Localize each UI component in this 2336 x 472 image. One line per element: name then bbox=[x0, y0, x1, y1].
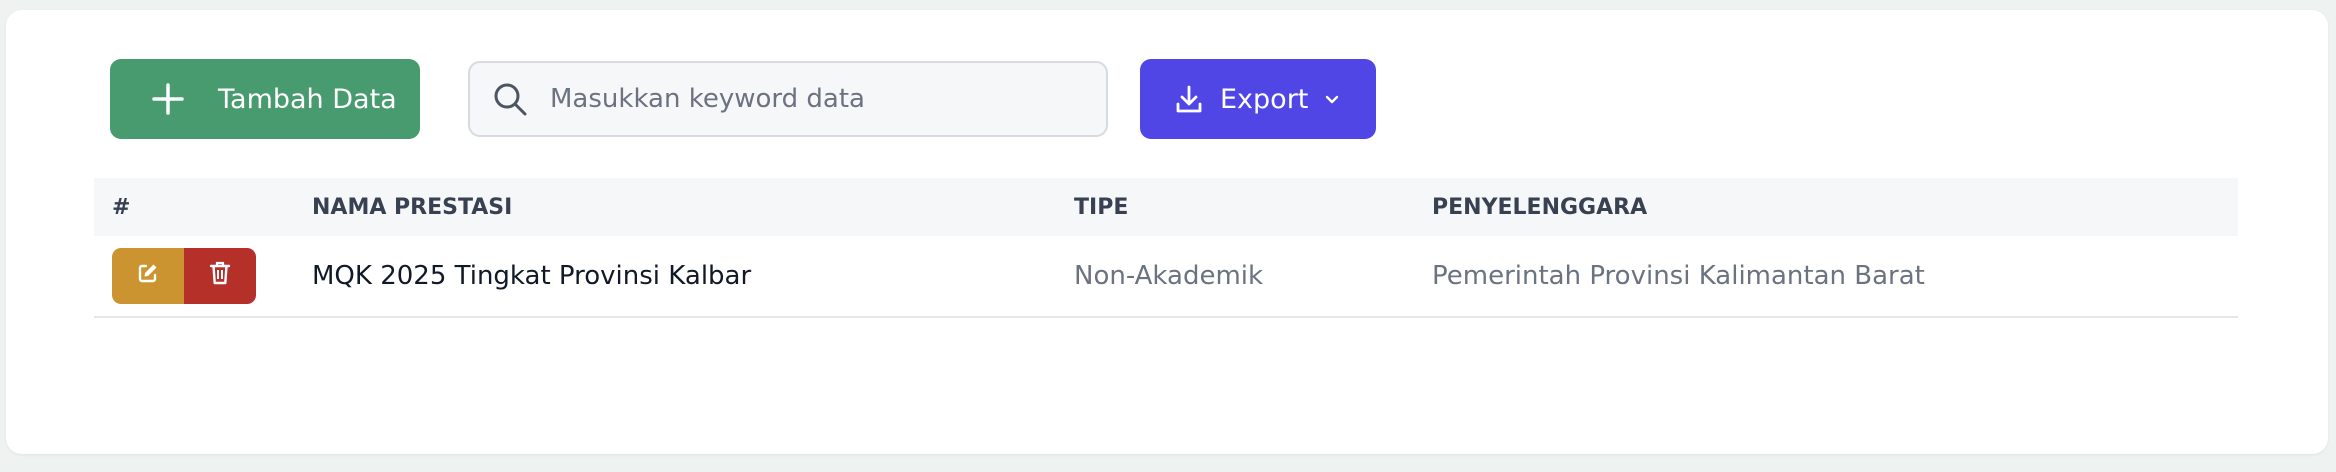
table-header: # NAMA PRESTASI TIPE PENYELENGGARA bbox=[94, 178, 2238, 236]
edit-icon bbox=[136, 261, 160, 292]
add-data-button[interactable]: Tambah Data bbox=[110, 59, 420, 139]
header-name: NAMA PRESTASI bbox=[312, 194, 513, 220]
cell-name: MQK 2025 Tingkat Provinsi Kalbar bbox=[312, 261, 752, 291]
add-data-label: Tambah Data bbox=[218, 83, 397, 115]
header-type: TIPE bbox=[1074, 194, 1129, 220]
cell-type: Non-Akademik bbox=[1074, 261, 1264, 291]
export-label: Export bbox=[1220, 83, 1309, 115]
table-row: MQK 2025 Tingkat Provinsi Kalbar Non-Aka… bbox=[94, 236, 2238, 318]
row-actions bbox=[112, 248, 256, 304]
data-table: # NAMA PRESTASI TIPE PENYELENGGARA MQK 2… bbox=[94, 178, 2238, 318]
cell-organizer: Pemerintah Provinsi Kalimantan Barat bbox=[1432, 261, 1925, 291]
plus-icon bbox=[150, 81, 186, 117]
header-number: # bbox=[112, 194, 131, 220]
toolbar: Tambah Data Export bbox=[110, 58, 1376, 140]
search-box[interactable] bbox=[468, 61, 1108, 137]
edit-button[interactable] bbox=[112, 248, 184, 304]
header-organizer: PENYELENGGARA bbox=[1432, 194, 1648, 220]
download-icon bbox=[1174, 84, 1204, 114]
trash-icon bbox=[208, 260, 232, 293]
search-icon bbox=[490, 79, 530, 119]
chevron-down-icon bbox=[1322, 89, 1342, 109]
delete-button[interactable] bbox=[184, 248, 256, 304]
export-button[interactable]: Export bbox=[1140, 59, 1376, 139]
search-input[interactable] bbox=[550, 84, 1070, 114]
content-card: Tambah Data Export bbox=[6, 10, 2328, 454]
